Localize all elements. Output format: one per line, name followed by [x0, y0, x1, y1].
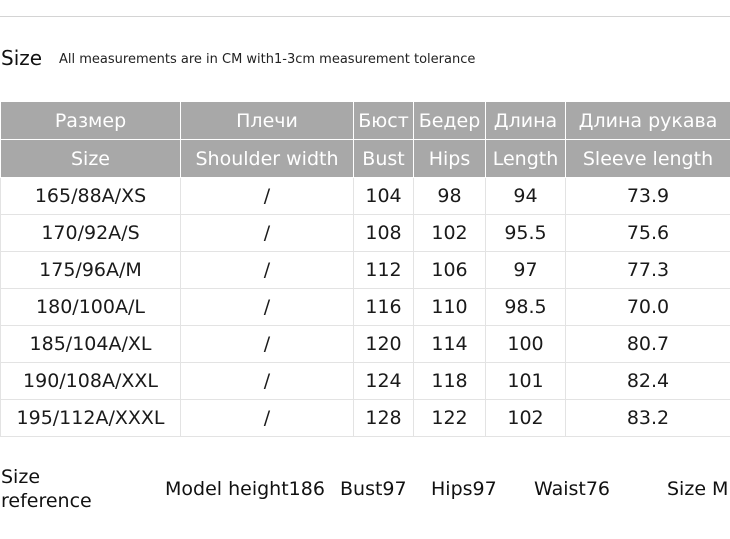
cell-shoulder: /	[180, 399, 354, 437]
table-row: 180/100A/L / 116 110 98.5 70.0	[0, 288, 730, 326]
size-reference-label: Size reference	[1, 465, 92, 513]
cell-length: 98.5	[485, 288, 566, 326]
size-reference-label-line1: Size	[1, 466, 41, 488]
cell-shoulder: /	[180, 177, 354, 215]
model-bust: Bust97	[340, 478, 407, 500]
cell-length: 101	[485, 362, 566, 400]
cell-bust: 108	[353, 214, 414, 252]
cell-sleeve: 77.3	[565, 251, 730, 289]
cell-length: 94	[485, 177, 566, 215]
cell-hips: 122	[413, 399, 486, 437]
cell-size: 185/104A/XL	[0, 325, 181, 363]
cell-hips: 110	[413, 288, 486, 326]
size-reference-label-line2: reference	[1, 490, 92, 512]
table-row: 190/108A/XXL / 124 118 101 82.4	[0, 362, 730, 400]
cell-bust: 120	[353, 325, 414, 363]
cell-hips: 114	[413, 325, 486, 363]
table-row: 185/104A/XL / 120 114 100 80.7	[0, 325, 730, 363]
model-hips: Hips97	[431, 478, 497, 500]
cell-size: 170/92A/S	[0, 214, 181, 252]
cell-shoulder: /	[180, 288, 354, 326]
header-row-russian: Размер Плечи Бюст Бедер Длина Длина рука…	[0, 101, 730, 140]
header-shoulder-ru: Плечи	[180, 101, 354, 140]
cell-length: 97	[485, 251, 566, 289]
table-row: 175/96A/M / 112 106 97 77.3	[0, 251, 730, 289]
cell-hips: 106	[413, 251, 486, 289]
cell-shoulder: /	[180, 325, 354, 363]
size-heading: Size	[1, 46, 43, 70]
header-length-en: Length	[485, 139, 566, 178]
cell-sleeve: 75.6	[565, 214, 730, 252]
cell-bust: 124	[353, 362, 414, 400]
header-row-english: Size Shoulder width Bust Hips Length Sle…	[0, 139, 730, 178]
header-sleeve-en: Sleeve length	[565, 139, 730, 178]
model-height: Model height186	[165, 478, 325, 500]
header-hips-en: Hips	[413, 139, 486, 178]
cell-shoulder: /	[180, 251, 354, 289]
table-row: 195/112A/XXXL / 128 122 102 83.2	[0, 399, 730, 437]
cell-hips: 118	[413, 362, 486, 400]
cell-size: 165/88A/XS	[0, 177, 181, 215]
table-row: 165/88A/XS / 104 98 94 73.9	[0, 177, 730, 215]
cell-shoulder: /	[180, 362, 354, 400]
top-divider	[0, 16, 730, 17]
cell-length: 102	[485, 399, 566, 437]
cell-bust: 112	[353, 251, 414, 289]
cell-length: 95.5	[485, 214, 566, 252]
cell-sleeve: 83.2	[565, 399, 730, 437]
cell-sleeve: 80.7	[565, 325, 730, 363]
cell-size: 175/96A/M	[0, 251, 181, 289]
header-length-ru: Длина	[485, 101, 566, 140]
header-size-en: Size	[0, 139, 181, 178]
cell-sleeve: 70.0	[565, 288, 730, 326]
cell-length: 100	[485, 325, 566, 363]
cell-hips: 102	[413, 214, 486, 252]
cell-sleeve: 73.9	[565, 177, 730, 215]
cell-bust: 116	[353, 288, 414, 326]
cell-sleeve: 82.4	[565, 362, 730, 400]
header-size-ru: Размер	[0, 101, 181, 140]
header-shoulder-en: Shoulder width	[180, 139, 354, 178]
header-bust-ru: Бюст	[353, 101, 414, 140]
model-waist: Waist76	[534, 478, 611, 500]
cell-hips: 98	[413, 177, 486, 215]
cell-size: 180/100A/L	[0, 288, 181, 326]
size-chart-table: Размер Плечи Бюст Бедер Длина Длина рука…	[0, 101, 730, 437]
header-bust-en: Bust	[353, 139, 414, 178]
model-size: Size M	[667, 478, 729, 500]
cell-shoulder: /	[180, 214, 354, 252]
cell-bust: 104	[353, 177, 414, 215]
header-hips-ru: Бедер	[413, 101, 486, 140]
measurement-note: All measurements are in CM with1-3cm mea…	[59, 52, 476, 67]
cell-bust: 128	[353, 399, 414, 437]
cell-size: 190/108A/XXL	[0, 362, 181, 400]
header-sleeve-ru: Длина рукава	[565, 101, 730, 140]
table-row: 170/92A/S / 108 102 95.5 75.6	[0, 214, 730, 252]
cell-size: 195/112A/XXXL	[0, 399, 181, 437]
